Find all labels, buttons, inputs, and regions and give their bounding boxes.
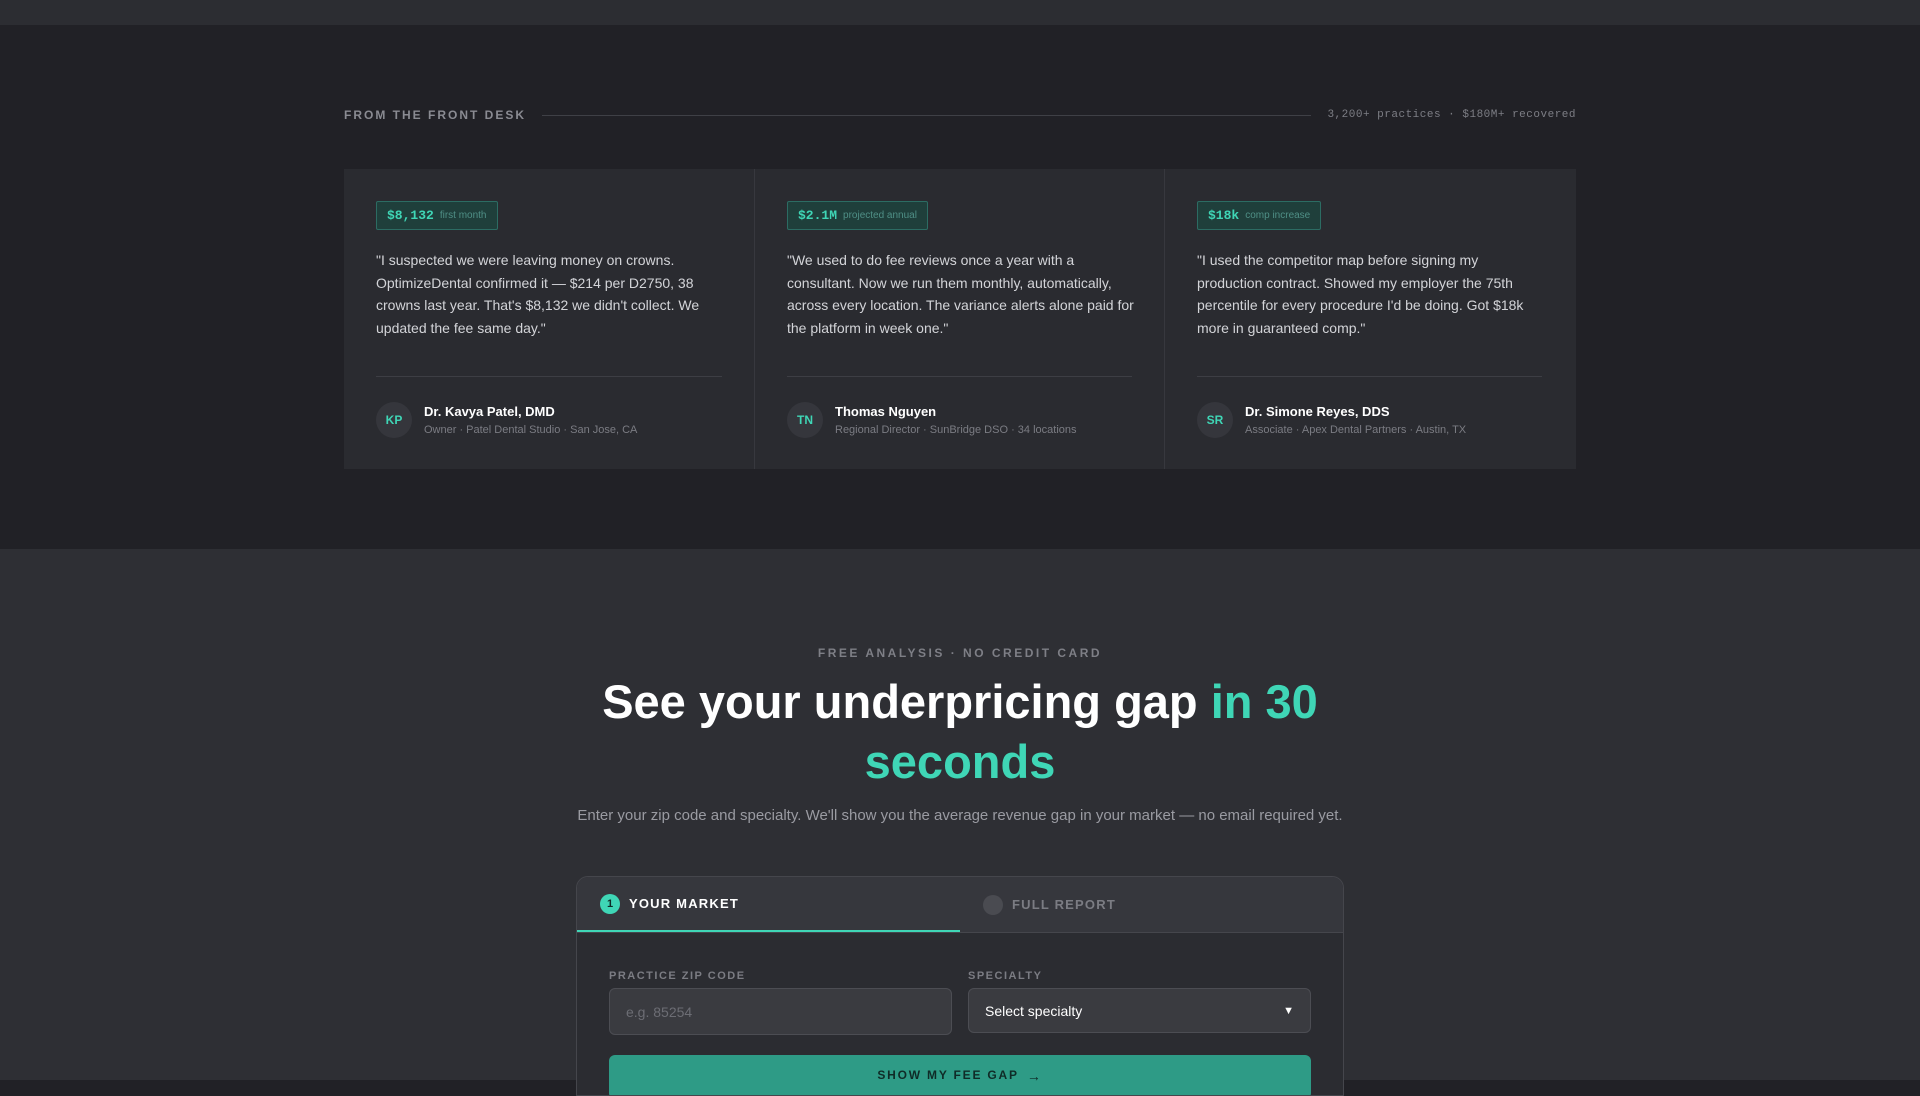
author-name: Thomas Nguyen (835, 403, 937, 419)
zip-label: PRACTICE ZIP CODE (609, 970, 746, 982)
analysis-eyebrow: FREE ANALYSIS · NO CREDIT CARD (817, 646, 1103, 660)
author-role: Regional Director · SunBridge DSO · 34 l… (835, 423, 1077, 436)
step-your-market[interactable]: 1 YOUR MARKET (577, 877, 960, 932)
header-rule (542, 114, 1312, 116)
metric-value: $2.1M (798, 208, 838, 223)
specialty-selected-value: Select specialty (985, 1002, 1083, 1019)
front-desk-header: FROM THE FRONT DESK 3,200+ practices · $… (344, 105, 1576, 125)
author-name: Dr. Simone Reyes, DDS (1245, 403, 1390, 419)
top-strip (0, 0, 1920, 25)
testimonials-section: FROM THE FRONT DESK 3,200+ practices · $… (0, 25, 1920, 549)
testimonial-quote: "I suspected we were leaving money on cr… (376, 252, 700, 336)
headline-main: See your underpricing gap (602, 675, 1211, 728)
metric-unit: first month (439, 210, 487, 221)
arrow-right-icon: → (1026, 1068, 1043, 1084)
show-fee-gap-button[interactable]: SHOW MY FEE GAP → (609, 1055, 1311, 1095)
card-divider (376, 376, 722, 377)
step-full-report[interactable]: FULL REPORT (960, 877, 1343, 932)
form-steps: 1 YOUR MARKET FULL REPORT (577, 877, 1343, 933)
step-number (983, 894, 1003, 915)
metric-badge: $18k comp increase (1197, 201, 1322, 230)
author-role: Associate · Apex Dental Partners · Austi… (1245, 423, 1467, 436)
free-analysis-section: FREE ANALYSIS · NO CREDIT CARD See your … (0, 549, 1920, 1096)
metric-unit: comp increase (1245, 210, 1311, 221)
testimonial-card: $2.1M projected annual "We used to do fe… (754, 169, 1164, 469)
testimonial-author: TN Thomas Nguyen Regional Director · Sun… (787, 402, 1077, 438)
zip-code-input[interactable] (609, 988, 952, 1035)
metric-value: $8,132 (387, 208, 434, 223)
testimonial-quote: "I used the competitor map before signin… (1197, 252, 1524, 336)
specialty-label: SPECIALTY (968, 970, 1043, 982)
step-label: FULL REPORT (1012, 897, 1116, 912)
avatar: TN (787, 402, 823, 438)
avatar: KP (376, 402, 412, 438)
testimonial-card: $18k comp increase "I used the competito… (1164, 169, 1574, 469)
author-name: Dr. Kavya Patel, DMD (424, 403, 555, 419)
testimonial-quote: "We used to do fee reviews once a year w… (787, 252, 1134, 336)
chevron-down-icon: ▼ (1283, 1004, 1294, 1017)
testimonial-author: SR Dr. Simone Reyes, DDS Associate · Ape… (1197, 402, 1466, 438)
social-proof-stats: 3,200+ practices · $180M+ recovered (1327, 109, 1576, 121)
card-divider (787, 376, 1132, 377)
avatar: SR (1197, 402, 1233, 438)
testimonial-cards: $8,132 first month "I suspected we were … (344, 169, 1576, 469)
testimonial-card: $8,132 first month "I suspected we were … (344, 169, 754, 469)
step-label: YOUR MARKET (629, 896, 739, 911)
author-role: Owner · Patel Dental Studio · San Jose, … (424, 423, 638, 436)
testimonial-author: KP Dr. Kavya Patel, DMD Owner · Patel De… (376, 402, 637, 438)
step-number: 1 (600, 893, 620, 914)
fee-gap-form: 1 YOUR MARKET FULL REPORT PRACTICE ZIP C… (576, 876, 1344, 1096)
metric-badge: $2.1M projected annual (787, 201, 928, 230)
metric-value: $18k (1208, 208, 1240, 223)
card-divider (1197, 376, 1542, 377)
specialty-select[interactable]: Select specialty ▼ (968, 988, 1311, 1033)
front-desk-title: FROM THE FRONT DESK (344, 108, 526, 122)
metric-unit: projected annual (843, 210, 917, 221)
metric-badge: $8,132 first month (376, 201, 498, 230)
analysis-subtitle: Enter your zip code and specialty. We'll… (577, 807, 1343, 824)
analysis-headline: See your underpricing gap in 30 seconds (560, 672, 1360, 792)
